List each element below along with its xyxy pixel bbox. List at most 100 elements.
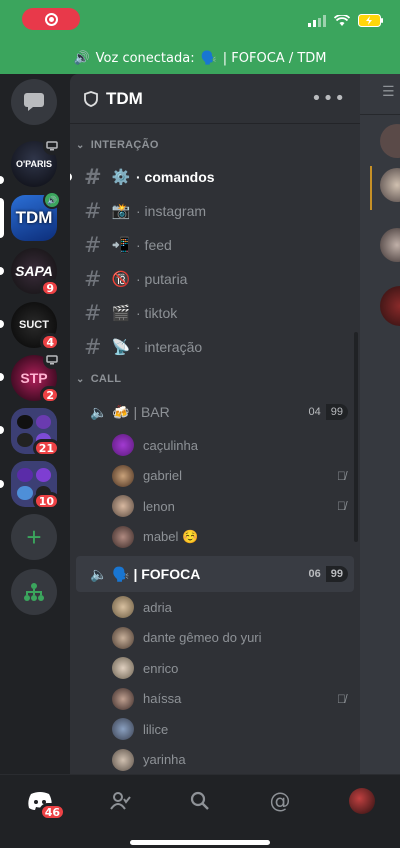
server-sapa[interactable]: SAPA 9 [11, 248, 60, 297]
channel-tiktok[interactable]: # 🎬 · tiktok [70, 296, 360, 330]
bottom-nav: 46 @ [0, 774, 400, 848]
voice-connected-bar[interactable]: 🔊 Voz conectada: 🗣️ | FOFOCA / TDM [0, 42, 400, 74]
hash-icon: # [84, 301, 102, 325]
voice-user[interactable]: mabel ☺️ [70, 522, 360, 553]
voice-user[interactable]: adria [70, 592, 360, 623]
server-stp[interactable]: STP 2 [11, 351, 61, 404]
voice-user[interactable]: lenon 🎙̸ [70, 491, 360, 522]
avatar [112, 525, 134, 548]
status-bar [0, 0, 400, 42]
category-interacao[interactable]: ⌄ INTERAÇÃO [70, 130, 360, 160]
speech-emoji-icon: 🗣️ [200, 50, 217, 66]
hub-icon [24, 583, 44, 601]
channel-feed[interactable]: # 📲 · feed [70, 228, 360, 262]
avatar [112, 626, 134, 649]
mention-badge: 4 [40, 333, 60, 351]
channel-name: · instagram [136, 203, 207, 219]
voice-user[interactable]: dante gêmeo do yuri [70, 623, 360, 654]
channel-instagram[interactable]: # 📸 · instagram [70, 194, 360, 228]
category-call[interactable]: ⌄ CALL [70, 364, 360, 394]
server-rail: O'PARIS TDM 🔊 SAPA 9 SUCT 4 STP 2 21 10 [0, 74, 70, 774]
voice-connected-label: Voz conectada: [95, 50, 195, 66]
search-tab[interactable] [184, 787, 216, 815]
explore-servers-button[interactable] [11, 569, 57, 615]
voice-user[interactable]: yarinha [70, 745, 360, 775]
hash-icon: # [84, 199, 102, 223]
members-list-icon: ☰ [382, 84, 395, 100]
speaker-icon: 🔊 [73, 50, 90, 66]
channel-name: · comandos [136, 169, 215, 185]
signal-icon [308, 14, 326, 27]
voice-user[interactable]: haíssa 🎙̸ [70, 684, 360, 715]
avatar [112, 748, 134, 771]
hash-icon: # [84, 233, 102, 257]
satellite-emoji-icon: 📡 [111, 339, 131, 356]
avatar [112, 464, 134, 487]
voice-user[interactable]: gabriel 🎙̸ [70, 461, 360, 492]
avatar [112, 434, 134, 457]
wifi-icon [334, 14, 350, 26]
server-shield-icon [84, 90, 98, 107]
channel-name: · tiktok [136, 305, 178, 321]
notification-badge: 46 [38, 803, 66, 821]
channel-interacao[interactable]: # 📡 · interação [70, 330, 360, 364]
user-limit-counter: 06 99 [303, 566, 348, 582]
mentions-tab[interactable]: @ [264, 787, 296, 815]
unread-indicator [70, 173, 72, 181]
friends-tab[interactable] [104, 787, 136, 815]
unread-indicator [0, 176, 4, 184]
server-header[interactable]: TDM ••• [70, 74, 360, 124]
server-oparis[interactable]: O'PARIS [11, 137, 61, 187]
system-icons [308, 14, 384, 27]
profile-tab[interactable] [346, 787, 378, 815]
voice-channel-name: | BAR [133, 404, 170, 420]
channel-comandos[interactable]: # ⚙️ · comandos [70, 160, 360, 194]
category-label: CALL [90, 373, 122, 385]
screen-share-icon [43, 351, 61, 369]
avatar [380, 228, 400, 262]
chat-peek[interactable]: ☰ [360, 74, 400, 774]
user-limit-counter: 04 99 [303, 404, 348, 420]
server-folder-1[interactable]: 21 [11, 408, 60, 457]
voice-user[interactable]: lilice [70, 714, 360, 745]
channel-putaria[interactable]: # 🔞 · putaria [70, 262, 360, 296]
screen-share-icon [43, 137, 61, 155]
channel-name: · putaria [136, 271, 188, 287]
mention-badge: 10 [32, 492, 60, 510]
camera-emoji-icon: 📸 [111, 203, 131, 220]
mention-highlight [370, 166, 372, 210]
server-name: TDM [106, 88, 143, 108]
channel-panel: TDM ••• ⌄ INTERAÇÃO # ⚙️ · comandos # 📸 … [70, 74, 360, 774]
server-tdm[interactable]: TDM 🔊 [11, 191, 61, 241]
server-folder-2[interactable]: 10 [11, 461, 60, 510]
search-icon [190, 791, 209, 810]
phone-emoji-icon: 📲 [111, 237, 131, 254]
home-tab[interactable]: 46 [24, 787, 66, 821]
battery-charging-icon [358, 14, 383, 27]
server-suct[interactable]: SUCT 4 [11, 302, 60, 351]
avatar [112, 657, 134, 680]
record-icon [44, 12, 58, 26]
direct-messages-button[interactable] [11, 79, 57, 125]
voice-user[interactable]: enrico [70, 653, 360, 684]
chat-bubble-icon [24, 93, 44, 111]
more-options-icon[interactable]: ••• [311, 88, 346, 109]
home-indicator [130, 840, 270, 845]
avatar [380, 124, 400, 158]
speech-emoji-icon: 🗣️ [112, 565, 130, 582]
category-label: INTERAÇÃO [90, 139, 159, 151]
avatar [349, 788, 375, 814]
add-server-button[interactable]: + [11, 514, 57, 560]
voice-user[interactable]: caçulinha [70, 430, 360, 461]
at-sign-icon: @ [269, 789, 291, 813]
muted-mic-icon: 🎙̸ [337, 499, 346, 514]
voice-channel-fofoca[interactable]: 🔈 🗣️ | FOFOCA 06 99 [76, 556, 354, 592]
mention-badge: 21 [32, 439, 60, 457]
scrollbar[interactable] [354, 332, 358, 542]
avatar [112, 718, 134, 741]
gear-emoji-icon: ⚙️ [111, 169, 131, 186]
age-restricted-emoji-icon: 🔞 [111, 271, 131, 288]
voice-channel-bar[interactable]: 🔈 🍻 | BAR 04 99 [76, 394, 354, 430]
channel-name: · interação [136, 339, 203, 355]
screen-recording-indicator[interactable] [22, 8, 80, 30]
